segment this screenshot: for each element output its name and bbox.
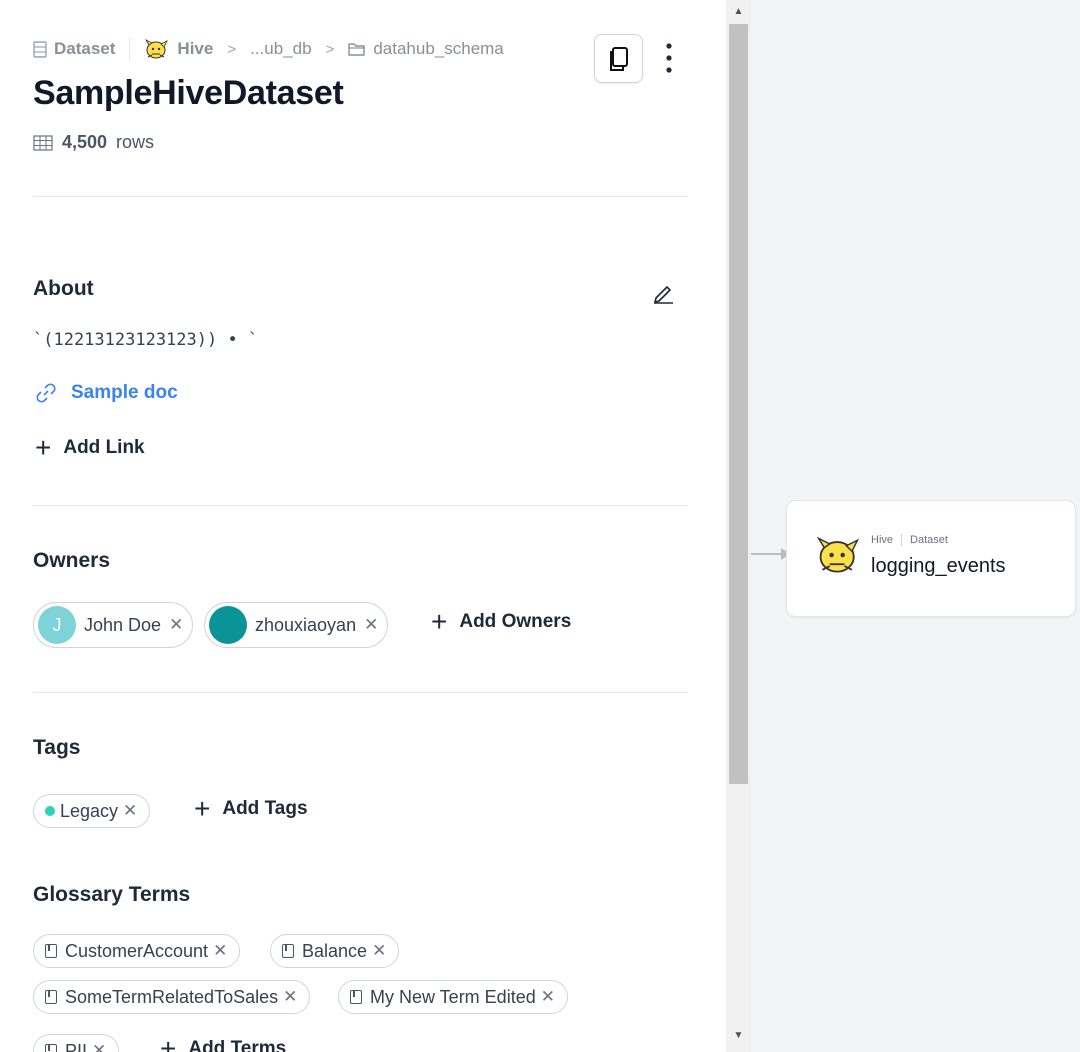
sample-doc-label: Sample doc	[71, 382, 178, 403]
sample-doc-link[interactable]: Sample doc	[35, 382, 178, 404]
add-tags-label: Add Tags	[222, 798, 308, 819]
divider	[33, 505, 688, 506]
about-heading: About	[33, 277, 94, 300]
glossary-heading: Glossary Terms	[33, 883, 191, 906]
plus-icon: +	[194, 793, 211, 824]
scroll-up-icon[interactable]: ▲	[726, 0, 751, 22]
tag-color-dot	[45, 806, 55, 816]
breadcrumb-schema-label: datahub_schema	[373, 39, 504, 58]
glossary-term-name: Balance	[302, 940, 368, 961]
close-icon[interactable]: ✕	[169, 615, 183, 635]
close-icon[interactable]: ✕	[92, 1041, 106, 1052]
divider	[33, 196, 688, 197]
tag-chip[interactable]: Legacy ✕	[33, 794, 151, 828]
sidebar-scrollbar[interactable]: ▲ ▼	[726, 0, 751, 1052]
breadcrumb-divider	[129, 38, 131, 60]
owners-heading: Owners	[33, 549, 111, 572]
glossary-term-chip[interactable]: CustomerAccount ✕	[33, 934, 241, 968]
add-link-button[interactable]: + Add Link	[35, 432, 145, 463]
row-count-unit: rows	[116, 132, 155, 152]
owner-chip[interactable]: J John Doe ✕	[33, 602, 194, 648]
avatar: J	[38, 606, 76, 644]
table-icon	[33, 134, 53, 151]
chevron-right-icon: >	[325, 40, 335, 58]
lineage-node-type: Dataset	[910, 534, 948, 546]
hive-logo-icon	[816, 536, 860, 573]
chevron-right-icon: >	[227, 40, 237, 58]
breadcrumb-type-label: Dataset	[54, 39, 116, 58]
add-link-label: Add Link	[63, 437, 145, 458]
edit-about-button[interactable]	[650, 280, 676, 306]
breadcrumb: Dataset Hive > ...ub_db > datahub_schema	[33, 34, 504, 64]
breadcrumb-database[interactable]: ...ub_db	[250, 39, 311, 59]
breadcrumb-platform-label: Hive	[177, 39, 214, 58]
row-count: 4,500 rows	[33, 132, 154, 153]
close-icon[interactable]: ✕	[372, 941, 386, 961]
close-icon[interactable]: ✕	[283, 987, 297, 1007]
glossary-term-name: My New Term Edited	[370, 986, 536, 1007]
scroll-down-icon[interactable]: ▼	[726, 1024, 751, 1046]
copy-icon	[609, 46, 628, 71]
breadcrumb-platform[interactable]: Hive	[144, 37, 213, 61]
add-owners-button[interactable]: + Add Owners	[431, 606, 572, 637]
hive-logo-icon	[145, 39, 169, 59]
book-icon	[350, 990, 362, 1004]
pencil-icon	[654, 286, 673, 304]
tag-name: Legacy	[60, 800, 119, 821]
close-icon[interactable]: ✕	[541, 987, 555, 1007]
more-options-button[interactable]	[655, 38, 683, 78]
copy-button[interactable]	[594, 34, 643, 83]
glossary-term-name: SomeTermRelatedToSales	[65, 986, 279, 1007]
glossary-term-name: CustomerAccount	[65, 940, 209, 961]
plus-icon: +	[160, 1033, 177, 1052]
book-icon	[282, 944, 294, 958]
book-icon	[45, 990, 57, 1004]
lineage-node[interactable]: Hive Dataset logging_events	[786, 500, 1076, 617]
breadcrumb-type: Dataset	[33, 39, 115, 59]
breadcrumb-schema[interactable]: datahub_schema	[348, 39, 504, 59]
glossary-term-chip[interactable]: PII ✕	[33, 1034, 120, 1052]
dataset-icon	[33, 40, 47, 58]
add-tags-button[interactable]: + Add Tags	[194, 793, 308, 824]
glossary-term-chip[interactable]: My New Term Edited ✕	[338, 980, 568, 1014]
plus-icon: +	[35, 432, 52, 463]
owner-chip[interactable]: zhouxiaoyan ✕	[204, 602, 389, 648]
close-icon[interactable]: ✕	[364, 615, 378, 635]
close-icon[interactable]: ✕	[213, 941, 227, 961]
owner-name: John Doe	[84, 614, 162, 635]
glossary-term-chip[interactable]: Balance ✕	[270, 934, 400, 968]
lineage-edge	[751, 553, 783, 555]
link-icon	[36, 383, 56, 403]
lineage-node-name: logging_events	[871, 555, 1006, 577]
add-terms-label: Add Terms	[188, 1038, 287, 1052]
glossary-term-name: PII	[65, 1040, 88, 1052]
divider	[901, 534, 903, 546]
divider	[33, 692, 688, 693]
add-owners-label: Add Owners	[459, 611, 572, 632]
more-vertical-icon	[666, 43, 672, 73]
avatar	[209, 606, 247, 644]
about-description: `(12213123123123)) • `	[33, 330, 259, 350]
page-title: SampleHiveDataset	[33, 74, 344, 112]
entity-sidebar: Dataset Hive > ...ub_db > datahub_schema	[0, 0, 726, 1052]
folder-icon	[348, 42, 366, 56]
lineage-node-meta: Hive Dataset	[871, 534, 948, 546]
book-icon	[45, 944, 57, 958]
scrollbar-thumb[interactable]	[729, 24, 748, 784]
tags-heading: Tags	[33, 736, 81, 759]
lineage-node-platform: Hive	[871, 534, 894, 546]
plus-icon: +	[431, 606, 448, 637]
close-icon[interactable]: ✕	[123, 801, 137, 821]
owner-name: zhouxiaoyan	[255, 614, 357, 635]
glossary-term-chip[interactable]: SomeTermRelatedToSales ✕	[33, 980, 311, 1014]
book-icon	[45, 1044, 57, 1052]
row-count-value: 4,500	[62, 132, 108, 152]
add-terms-button[interactable]: + Add Terms	[160, 1033, 287, 1052]
